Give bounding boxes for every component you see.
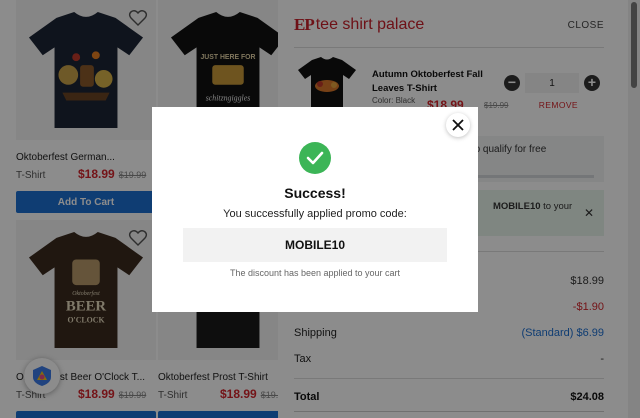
- promo-success-dialog: Success! You successfully applied promo …: [152, 107, 478, 312]
- promo-code-display: MOBILE10: [183, 228, 447, 262]
- dialog-title: Success!: [284, 185, 346, 201]
- dialog-message: You successfully applied promo code:: [223, 208, 407, 220]
- close-icon: [452, 119, 464, 131]
- close-dialog-button[interactable]: [446, 113, 470, 137]
- checkmark-icon: [299, 142, 331, 174]
- dialog-note: The discount has been applied to your ca…: [229, 268, 401, 278]
